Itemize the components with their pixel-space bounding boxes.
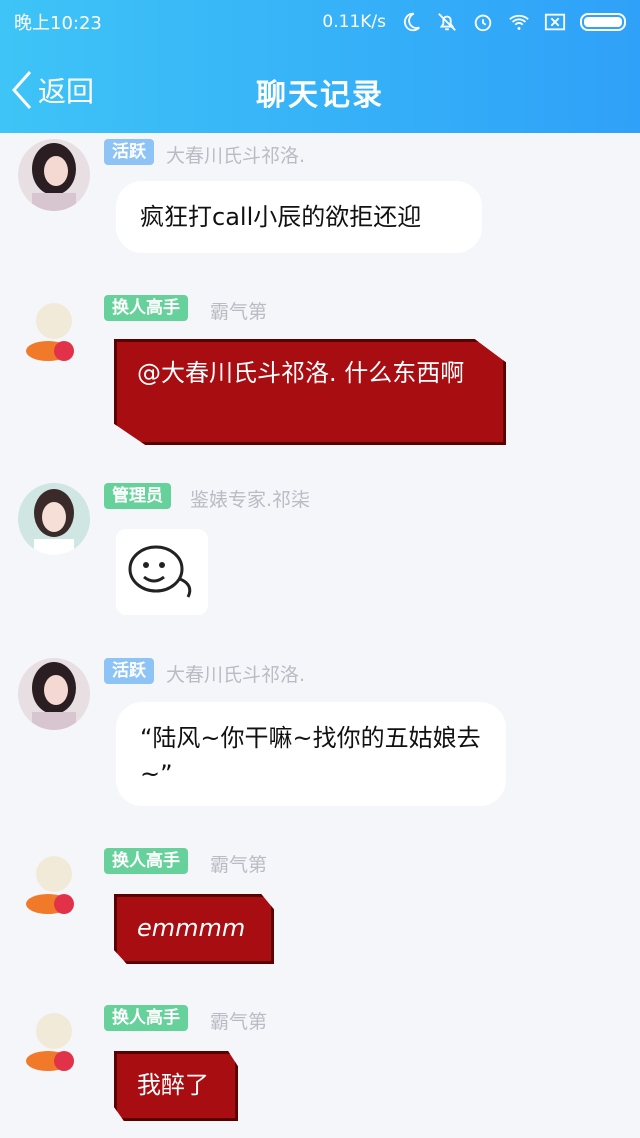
page-title: 聊天记录 (256, 78, 384, 113)
badge-admin: 管理员 (104, 483, 171, 509)
message-bubble[interactable]: @大春川氏斗祁洛. 什么东西啊 (114, 339, 506, 445)
nickname: 大春川氏斗祁洛. (166, 664, 306, 686)
nickname: 鉴婊专家.祁柒 (190, 489, 311, 511)
badge-active: 活跃 (104, 139, 154, 165)
avatar[interactable] (18, 658, 90, 730)
message-bubble[interactable]: emmmm (114, 894, 274, 964)
badge-title: 换人高手 (104, 848, 188, 874)
chat-list[interactable]: 活跃 大春川氏斗祁洛. 疯狂打call小辰的欲拒还迎 换人高手 霸气第 @大春川… (0, 133, 640, 1138)
nickname: 霸气第 (210, 854, 268, 876)
avatar[interactable] (18, 848, 90, 920)
badge-active: 活跃 (104, 658, 154, 684)
wifi-icon (509, 14, 529, 30)
top-bar: 晚上10:23 0.11K/s 返回 聊天记录 (0, 0, 640, 133)
avatar[interactable] (18, 295, 90, 367)
sim-off-icon (544, 13, 566, 31)
badge-title: 换人高手 (104, 295, 188, 321)
nickname: 霸气第 (210, 1011, 268, 1033)
battery-icon (580, 13, 626, 31)
nickname: 霸气第 (210, 301, 268, 323)
message-bubble[interactable]: 疯狂打call小辰的欲拒还迎 (116, 181, 482, 253)
message-bubble[interactable]: 我醉了 (114, 1051, 238, 1121)
net-speed: 0.11K/s (322, 12, 386, 32)
status-bar: 晚上10:23 0.11K/s (0, 0, 640, 44)
bell-off-icon (438, 13, 456, 31)
badge-title: 换人高手 (104, 1005, 188, 1031)
nickname: 大春川氏斗祁洛. (166, 145, 306, 167)
status-right: 0.11K/s (322, 11, 626, 33)
status-time: 晚上10:23 (14, 13, 102, 34)
moon-icon (403, 12, 420, 32)
alarm-icon (474, 14, 492, 32)
message-bubble[interactable]: “陆风~你干嘛~找你的五姑娘去~” (116, 702, 506, 806)
avatar[interactable] (18, 483, 90, 555)
avatar[interactable] (18, 1005, 90, 1077)
nav-bar: 返回 聊天记录 (0, 60, 640, 120)
avatar[interactable] (18, 139, 90, 211)
sticker-image[interactable] (116, 529, 208, 615)
